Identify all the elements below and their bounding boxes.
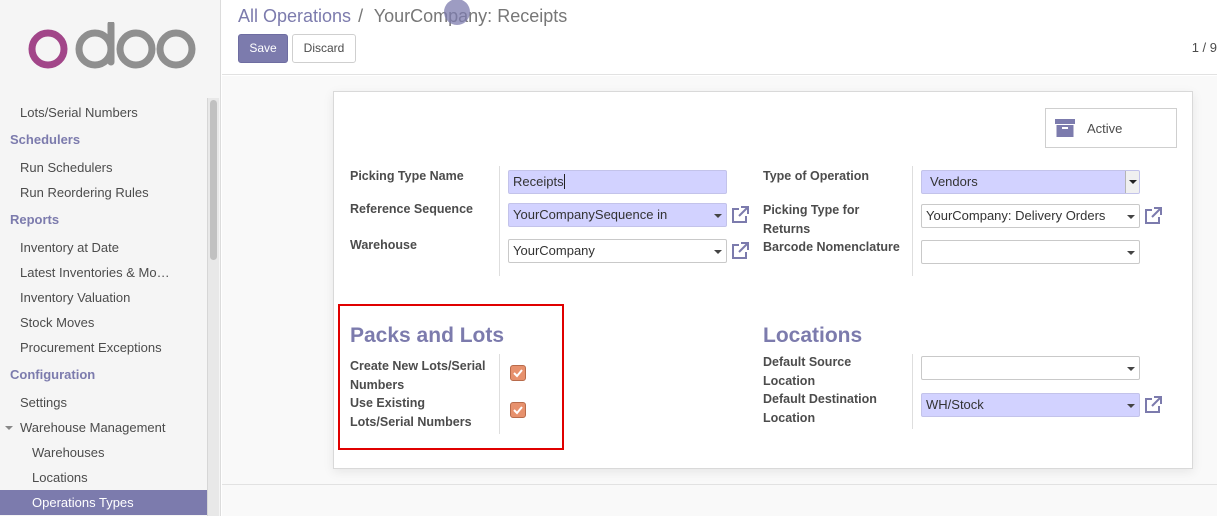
return-picking-type-value: YourCompany: Delivery Orders <box>926 208 1106 223</box>
active-toggle-button[interactable]: Active <box>1045 108 1177 148</box>
divider <box>912 166 913 276</box>
sidebar-menu: Lots/Serial Numbers Schedulers Run Sched… <box>0 100 207 515</box>
return-picking-type-label: Picking Type for Returns <box>763 203 860 236</box>
sidebar-item-lots-serial-numbers[interactable]: Lots/Serial Numbers <box>0 100 207 125</box>
archive-icon <box>1055 119 1075 137</box>
sidebar-item-latest-inventories[interactable]: Latest Inventories & Mo… <box>0 260 207 285</box>
save-button[interactable]: Save <box>238 34 288 63</box>
text-caret <box>563 174 565 189</box>
divider <box>912 354 913 429</box>
default-source-location-select[interactable] <box>921 356 1140 380</box>
form-view: Active Picking Type Name Reference Seque… <box>222 76 1217 516</box>
external-link-icon[interactable] <box>1143 395 1163 415</box>
sidebar-item-run-schedulers[interactable]: Run Schedulers <box>0 155 207 180</box>
locations-title: Locations <box>763 324 863 347</box>
type-of-operation-select[interactable]: Vendors <box>921 170 1140 194</box>
picking-type-name-label: Picking Type Name <box>350 169 464 183</box>
default-destination-location-select[interactable]: WH/Stock <box>921 393 1140 417</box>
sidebar-scrollbar[interactable] <box>207 98 219 516</box>
warehouse-value: YourCompany <box>513 243 595 258</box>
divider <box>499 166 500 276</box>
reference-sequence-label: Reference Sequence <box>350 202 473 216</box>
divider <box>222 484 1217 485</box>
barcode-nomenclature-label: Barcode Nomenclature <box>763 240 900 254</box>
sidebar: Lots/Serial Numbers Schedulers Run Sched… <box>0 0 221 516</box>
breadcrumb: All Operations / YourCompany: Receipts <box>238 6 567 27</box>
highlight-box <box>338 304 564 450</box>
sidebar-section-reports: Reports <box>10 212 60 227</box>
breadcrumb-all-operations[interactable]: All Operations <box>238 6 351 26</box>
dropdown-caret-icon <box>1127 251 1135 255</box>
barcode-nomenclature-select[interactable] <box>921 240 1140 264</box>
warehouse-select[interactable]: YourCompany <box>508 239 727 263</box>
dropdown-caret-icon <box>714 250 722 254</box>
external-link-icon[interactable] <box>730 241 750 261</box>
discard-button[interactable]: Discard <box>292 34 356 63</box>
default-destination-location-value: WH/Stock <box>926 397 984 412</box>
dropdown-caret-icon <box>1127 215 1135 219</box>
odoo-logo[interactable] <box>28 22 198 74</box>
select-arrow-button[interactable] <box>1125 171 1139 193</box>
sidebar-section-schedulers: Schedulers <box>10 132 81 147</box>
sidebar-item-procurement-exceptions[interactable]: Procurement Exceptions <box>0 335 207 360</box>
default-source-location-label: Default Source Location <box>763 355 852 388</box>
type-of-operation-label: Type of Operation <box>763 169 870 183</box>
picking-type-name-input[interactable]: Receipts <box>508 170 727 194</box>
sidebar-item-stock-moves[interactable]: Stock Moves <box>0 310 207 335</box>
control-panel: All Operations / YourCompany: Receipts S… <box>222 0 1217 75</box>
sidebar-section-configuration: Configuration <box>10 367 96 382</box>
caret-down-icon <box>5 426 13 430</box>
breadcrumb-separator: / <box>358 6 364 26</box>
sidebar-item-warehouse-management[interactable]: Warehouse Management <box>0 415 207 440</box>
external-link-icon[interactable] <box>1143 206 1163 226</box>
mouse-cursor-indicator <box>444 0 470 25</box>
sidebar-item-label: Warehouse Management <box>20 420 166 435</box>
dropdown-caret-icon <box>1127 367 1135 371</box>
sidebar-item-warehouses[interactable]: Warehouses <box>0 440 207 465</box>
sidebar-item-locations[interactable]: Locations <box>0 465 207 490</box>
return-picking-type-select[interactable]: YourCompany: Delivery Orders <box>921 204 1140 228</box>
sidebar-item-settings[interactable]: Settings <box>0 390 207 415</box>
type-of-operation-value: Vendors <box>930 174 978 189</box>
external-link-icon[interactable] <box>730 205 750 225</box>
pager-value[interactable]: 1 / 9 <box>1192 40 1217 55</box>
sidebar-item-inventory-at-date[interactable]: Inventory at Date <box>0 235 207 260</box>
picking-type-name-value: Receipts <box>513 174 564 189</box>
sidebar-item-inventory-valuation[interactable]: Inventory Valuation <box>0 285 207 310</box>
default-destination-location-label: Default Destination Location <box>763 392 877 425</box>
reference-sequence-select[interactable]: YourCompanySequence in <box>508 203 727 227</box>
warehouse-label: Warehouse <box>350 238 417 252</box>
reference-sequence-value: YourCompanySequence in <box>513 207 668 222</box>
sidebar-item-run-reordering-rules[interactable]: Run Reordering Rules <box>0 180 207 205</box>
sidebar-scrollbar-thumb[interactable] <box>210 100 217 260</box>
sidebar-item-operations-types[interactable]: Operations Types <box>0 490 207 515</box>
breadcrumb-current: YourCompany: Receipts <box>373 6 568 26</box>
active-label: Active <box>1087 121 1123 136</box>
dropdown-caret-icon <box>1127 404 1135 408</box>
dropdown-caret-icon <box>714 214 722 218</box>
